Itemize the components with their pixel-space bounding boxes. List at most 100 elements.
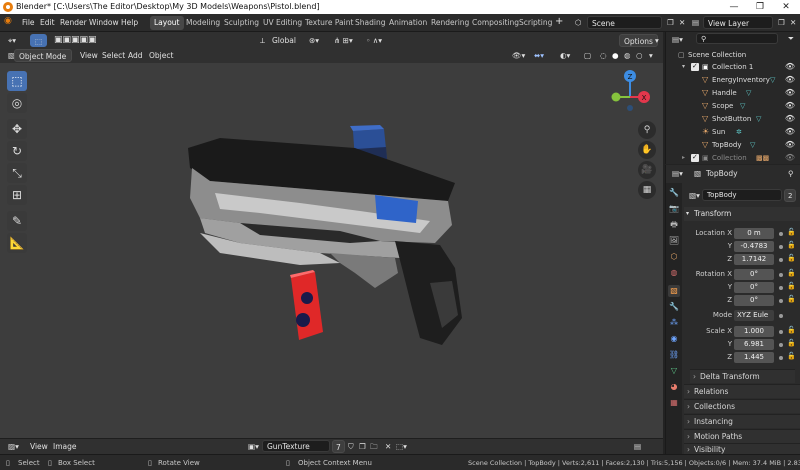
eye-icon[interactable]: 👁 — [785, 100, 795, 112]
tab-uv-editing[interactable]: UV Editing — [259, 16, 306, 30]
menu-add[interactable]: Add — [124, 49, 147, 62]
xray-icon[interactable]: ▢ — [580, 49, 595, 62]
motion-paths-section[interactable]: Motion Paths — [684, 429, 800, 444]
visibility-section[interactable]: Visibility — [684, 443, 800, 455]
keyframe-dot[interactable] — [779, 286, 783, 290]
keyframe-dot[interactable] — [779, 245, 783, 249]
outliner-editor-type-icon[interactable]: ▤▾ — [668, 33, 687, 46]
pan-hand-icon[interactable]: ✋ — [638, 141, 656, 159]
tab-texture-paint[interactable]: Texture Paint — [301, 16, 357, 30]
collection-checkbox[interactable] — [691, 60, 699, 72]
gizmo-toggle-icon[interactable]: ⬌▾ — [530, 49, 548, 62]
rotate-tool-icon[interactable]: ↻ — [7, 141, 27, 161]
tab-sculpting[interactable]: Sculpting — [220, 16, 263, 30]
camera-view-icon[interactable]: 🎥 — [638, 161, 656, 179]
annotate-tool-icon[interactable]: ✎ — [7, 211, 27, 231]
image-menu-view[interactable]: View — [26, 440, 52, 453]
view-layer-field[interactable]: View Layer — [703, 16, 773, 29]
eye-icon[interactable]: 👁 — [785, 87, 795, 99]
particles-tab-icon[interactable]: ⁂ — [668, 317, 680, 329]
overlay-toggle-icon[interactable]: ◐▾ — [556, 49, 574, 62]
view-layer-tab-icon[interactable]: 🖼 — [668, 235, 680, 247]
rotation-mode-dropdown[interactable]: XYZ Eule — [734, 310, 774, 321]
gizmo-neg-z-ball[interactable] — [627, 105, 633, 111]
outliner-item-shotbutton[interactable]: ▽ ShotButton ▽ 👁 — [666, 113, 800, 125]
proportional-edit-icon[interactable]: ◦ ∧▾ — [362, 34, 386, 47]
transform-tool-icon[interactable]: ⊞ — [7, 185, 27, 205]
image-display-icon[interactable]: ⬚▾ — [392, 440, 411, 453]
eye-icon[interactable]: 👁 — [785, 139, 795, 151]
outliner-item-handle[interactable]: ▽ Handle ▽ 👁 — [666, 87, 800, 99]
orientation-dropdown[interactable]: Global — [268, 34, 300, 47]
rotation-x-field[interactable]: 0° — [734, 269, 774, 280]
relations-section[interactable]: Relations — [684, 384, 800, 399]
scene-field[interactable]: Scene — [587, 16, 662, 29]
eye-icon[interactable]: 👁 — [785, 61, 795, 73]
maximize-button[interactable]: ❐ — [748, 1, 772, 13]
keyframe-dot[interactable] — [779, 356, 783, 360]
measure-tool-icon[interactable]: 📐 — [7, 233, 27, 253]
image-editor-type-icon[interactable]: ▨▾ — [4, 440, 23, 453]
add-workspace-icon[interactable]: + — [555, 16, 563, 27]
object-tab-icon[interactable]: ▧ — [668, 285, 680, 297]
tab-rendering[interactable]: Rendering — [427, 16, 473, 30]
lock-icon[interactable]: 🔓 — [787, 352, 796, 360]
texture-tab-icon[interactable]: ▦ — [668, 397, 680, 409]
outliner-item-scope[interactable]: ▽ Scope ▽ 👁 — [666, 100, 800, 112]
lock-icon[interactable]: 🔓 — [787, 295, 796, 303]
location-x-field[interactable]: 0 m — [734, 228, 774, 239]
gizmo-y-ball[interactable] — [611, 92, 621, 102]
object-mode-dropdown[interactable]: Object Mode — [14, 49, 72, 62]
collections-section[interactable]: Collections — [684, 399, 800, 414]
physics-tab-icon[interactable]: ◉ — [668, 333, 680, 345]
constraints-tab-icon[interactable]: ⛓ — [668, 349, 680, 361]
collection-checkbox[interactable] — [691, 151, 699, 163]
snap-icon[interactable]: ⋔ ⊞▾ — [330, 34, 357, 47]
location-z-field[interactable]: 1.7142 — [734, 254, 774, 265]
rotation-y-field[interactable]: 0° — [734, 282, 774, 293]
remove-scene-icon[interactable]: ✕ — [679, 18, 685, 27]
visibility-icon[interactable]: 👁▾ — [508, 49, 529, 62]
select-box-tool-icon[interactable]: ⬚ — [7, 71, 27, 91]
tool-tab-icon[interactable]: 🔧 — [668, 187, 680, 199]
copy-view-layer-icon[interactable]: ❐ — [778, 18, 785, 27]
outliner-item-sun[interactable]: ☀ Sun ✲ 👁 — [666, 126, 800, 138]
zoom-icon[interactable]: ⚲ — [638, 121, 656, 139]
eye-icon[interactable]: 👁 — [785, 113, 795, 125]
menu-render[interactable]: Render — [60, 18, 87, 27]
tab-layout[interactable]: Layout — [150, 16, 184, 30]
image-name-field[interactable]: GunTexture — [262, 440, 330, 452]
pistol-model[interactable] — [180, 123, 480, 348]
lock-icon[interactable]: 🔓 — [787, 326, 796, 334]
lock-icon[interactable]: 🔓 — [787, 241, 796, 249]
blender-menu-icon[interactable]: ◉ — [4, 16, 12, 26]
keyframe-dot[interactable] — [779, 314, 783, 318]
image-users-count[interactable]: 7 — [332, 440, 345, 453]
data-tab-icon[interactable]: ▽ — [668, 365, 680, 377]
open-image-folder-icon[interactable]: 🗀 — [366, 440, 382, 453]
keyframe-dot[interactable] — [779, 299, 783, 303]
pivot-icon[interactable]: ⊛▾ — [305, 34, 323, 47]
delta-transform-section[interactable]: Delta Transform — [690, 369, 795, 384]
outliner-scene-collection[interactable]: ▢ Scene Collection — [666, 49, 800, 61]
object-users-count[interactable]: 2 — [784, 189, 797, 202]
tab-animation[interactable]: Animation — [385, 16, 431, 30]
keyframe-dot[interactable] — [779, 330, 783, 334]
location-y-field[interactable]: -0.4783 — [734, 241, 774, 252]
keyframe-dot[interactable] — [779, 343, 783, 347]
remove-view-layer-icon[interactable]: ✕ — [790, 18, 796, 27]
editor-type-icon[interactable]: ⌖▾ — [4, 34, 20, 47]
shading-options-icon[interactable]: ▾ — [645, 49, 657, 62]
output-tab-icon[interactable]: 🖶 — [668, 219, 680, 231]
keyframe-dot[interactable] — [779, 258, 783, 262]
object-name-field[interactable]: TopBody — [702, 189, 782, 201]
scale-x-field[interactable]: 1.000 — [734, 326, 774, 337]
tab-scripting[interactable]: Scripting — [515, 16, 556, 30]
move-tool-icon[interactable]: ✥ — [7, 119, 27, 139]
navigation-gizmo[interactable]: Z X — [605, 67, 655, 117]
lock-icon[interactable]: 🔓 — [787, 228, 796, 236]
energy-inventory-model[interactable] — [285, 270, 325, 342]
instancing-section[interactable]: Instancing — [684, 414, 800, 429]
keyframe-dot[interactable] — [779, 273, 783, 277]
menu-edit[interactable]: Edit — [40, 18, 55, 27]
